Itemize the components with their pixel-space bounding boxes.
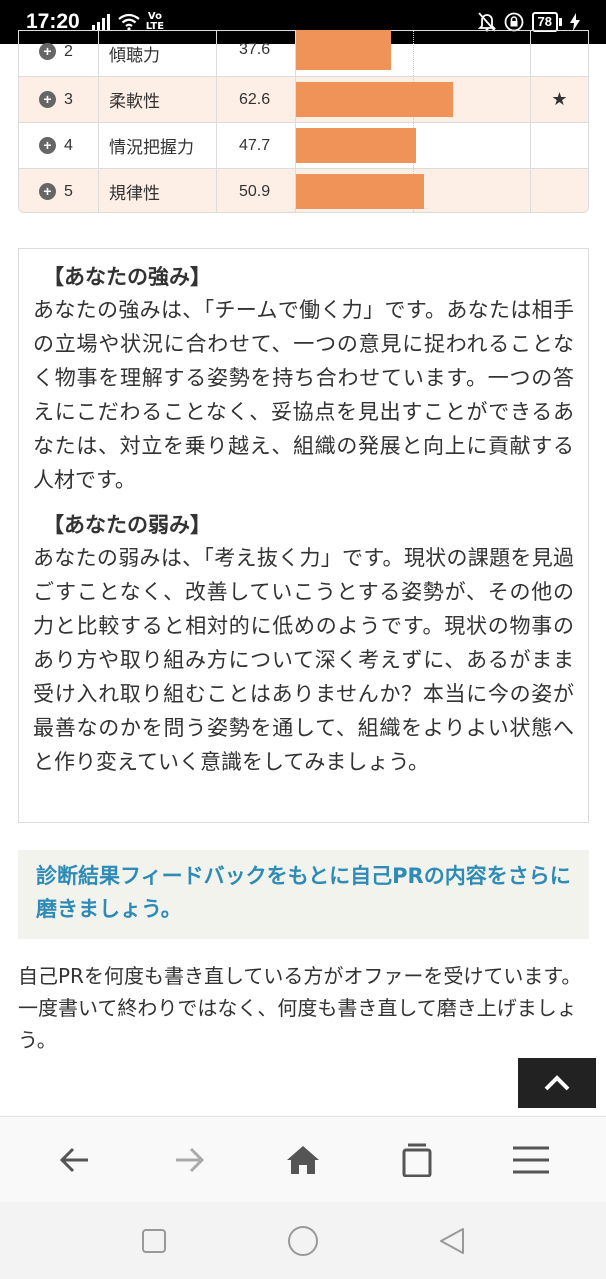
battery-indicator: 78 bbox=[531, 12, 562, 32]
advice-text: 自己PRを何度も書き直している方がオファーを受けています。 一度書いて終わりでは… bbox=[18, 960, 588, 1056]
score-table: + 2 傾聴力 37.6 + 3 柔軟性 62.6 ★ + 4 情況把握力 47… bbox=[18, 30, 589, 213]
skill-name: 情況把握力 bbox=[99, 123, 217, 168]
home-circle-icon bbox=[287, 1225, 318, 1256]
table-row[interactable]: + 3 柔軟性 62.6 ★ bbox=[19, 76, 588, 122]
skill-name: 傾聴力 bbox=[99, 31, 217, 76]
skill-score: 47.7 bbox=[217, 123, 296, 168]
tabs-button[interactable] bbox=[387, 1130, 447, 1190]
recents-square-icon bbox=[142, 1228, 167, 1253]
expand-plus-icon[interactable]: + bbox=[39, 183, 56, 200]
score-bar-cell bbox=[296, 169, 531, 212]
rank-number: 2 bbox=[64, 43, 73, 60]
system-back-button[interactable] bbox=[422, 1211, 482, 1271]
star-mark: ★ bbox=[551, 89, 568, 110]
rank-number: 4 bbox=[64, 136, 73, 154]
feedback-box: 【あなたの強み】 あなたの強みは、「チームで働く力」です。あなたは相手の立場や状… bbox=[18, 248, 589, 823]
home-button[interactable] bbox=[273, 1130, 333, 1190]
tabs-icon bbox=[402, 1143, 432, 1177]
home-icon bbox=[287, 1145, 319, 1174]
chevron-up-icon bbox=[544, 1075, 570, 1091]
rank-number: 3 bbox=[64, 90, 73, 108]
status-right-icons: 78 bbox=[477, 12, 580, 32]
advice-line-1: 自己PRを何度も書き直している方がオファーを受けています。 bbox=[18, 964, 582, 988]
scroll-to-top-button[interactable] bbox=[518, 1058, 596, 1108]
weakness-heading: 【あなたの弱み】 bbox=[43, 513, 211, 537]
skill-score: 37.6 bbox=[217, 31, 296, 76]
back-arrow-icon bbox=[60, 1147, 88, 1172]
star-mark bbox=[531, 123, 588, 168]
signal-icon bbox=[91, 14, 110, 30]
menu-button[interactable] bbox=[501, 1130, 561, 1190]
back-button[interactable] bbox=[45, 1130, 105, 1190]
forward-arrow-icon bbox=[176, 1147, 204, 1172]
skill-name: 柔軟性 bbox=[99, 77, 217, 122]
skill-name: 規律性 bbox=[99, 169, 217, 212]
star-mark bbox=[531, 31, 588, 76]
callout-banner: 診断結果フィードバックをもとに自己PRの内容をさらに磨きましょう。 bbox=[18, 850, 589, 939]
network-type: Vo LTE bbox=[145, 11, 165, 32]
table-row[interactable]: + 2 傾聴力 37.6 bbox=[19, 30, 588, 76]
score-bar bbox=[296, 174, 424, 209]
table-row[interactable]: + 5 規律性 50.9 bbox=[19, 168, 588, 212]
score-bar-cell bbox=[296, 77, 531, 122]
wifi-icon bbox=[118, 13, 140, 31]
battery-level: 78 bbox=[531, 12, 558, 32]
score-bar bbox=[296, 128, 416, 163]
skill-score: 62.6 bbox=[217, 77, 296, 122]
charging-icon bbox=[570, 13, 580, 31]
system-home-button[interactable] bbox=[273, 1211, 333, 1271]
score-bar-cell bbox=[296, 30, 531, 76]
rank-number: 5 bbox=[64, 182, 73, 200]
lock-rotation-icon bbox=[504, 12, 523, 32]
score-bar-cell bbox=[296, 123, 531, 168]
expand-plus-icon[interactable]: + bbox=[39, 91, 56, 108]
callout-text: 診断結果フィードバックをもとに自己PRの内容をさらに磨きましょう。 bbox=[36, 864, 571, 921]
recents-button[interactable] bbox=[124, 1211, 184, 1271]
score-bar bbox=[296, 82, 454, 117]
system-navbar bbox=[0, 1202, 606, 1279]
weakness-text: あなたの弱みは、「考え抜く力」です。現状の課題を見過ごすことなく、改善していこう… bbox=[33, 546, 574, 774]
expand-plus-icon[interactable]: + bbox=[39, 137, 56, 154]
browser-toolbar bbox=[0, 1116, 606, 1202]
bell-muted-icon bbox=[477, 12, 496, 32]
advice-line-2: 一度書いて終わりではなく、何度も書き直して磨き上げましょう。 bbox=[18, 996, 577, 1052]
forward-button[interactable] bbox=[159, 1130, 219, 1190]
strength-text: あなたの強みは、「チームで働く力」です。あなたは相手の立場や状況に合わせて、一つ… bbox=[33, 298, 574, 492]
score-bar bbox=[296, 30, 391, 70]
skill-score: 50.9 bbox=[217, 169, 296, 212]
star-mark bbox=[531, 169, 588, 212]
status-left-icons: Vo LTE bbox=[91, 11, 165, 32]
strength-heading: 【あなたの強み】 bbox=[43, 265, 211, 289]
expand-plus-icon[interactable]: + bbox=[39, 43, 56, 60]
back-triangle-icon bbox=[439, 1227, 464, 1254]
menu-icon bbox=[513, 1146, 549, 1173]
table-row[interactable]: + 4 情況把握力 47.7 bbox=[19, 122, 588, 168]
